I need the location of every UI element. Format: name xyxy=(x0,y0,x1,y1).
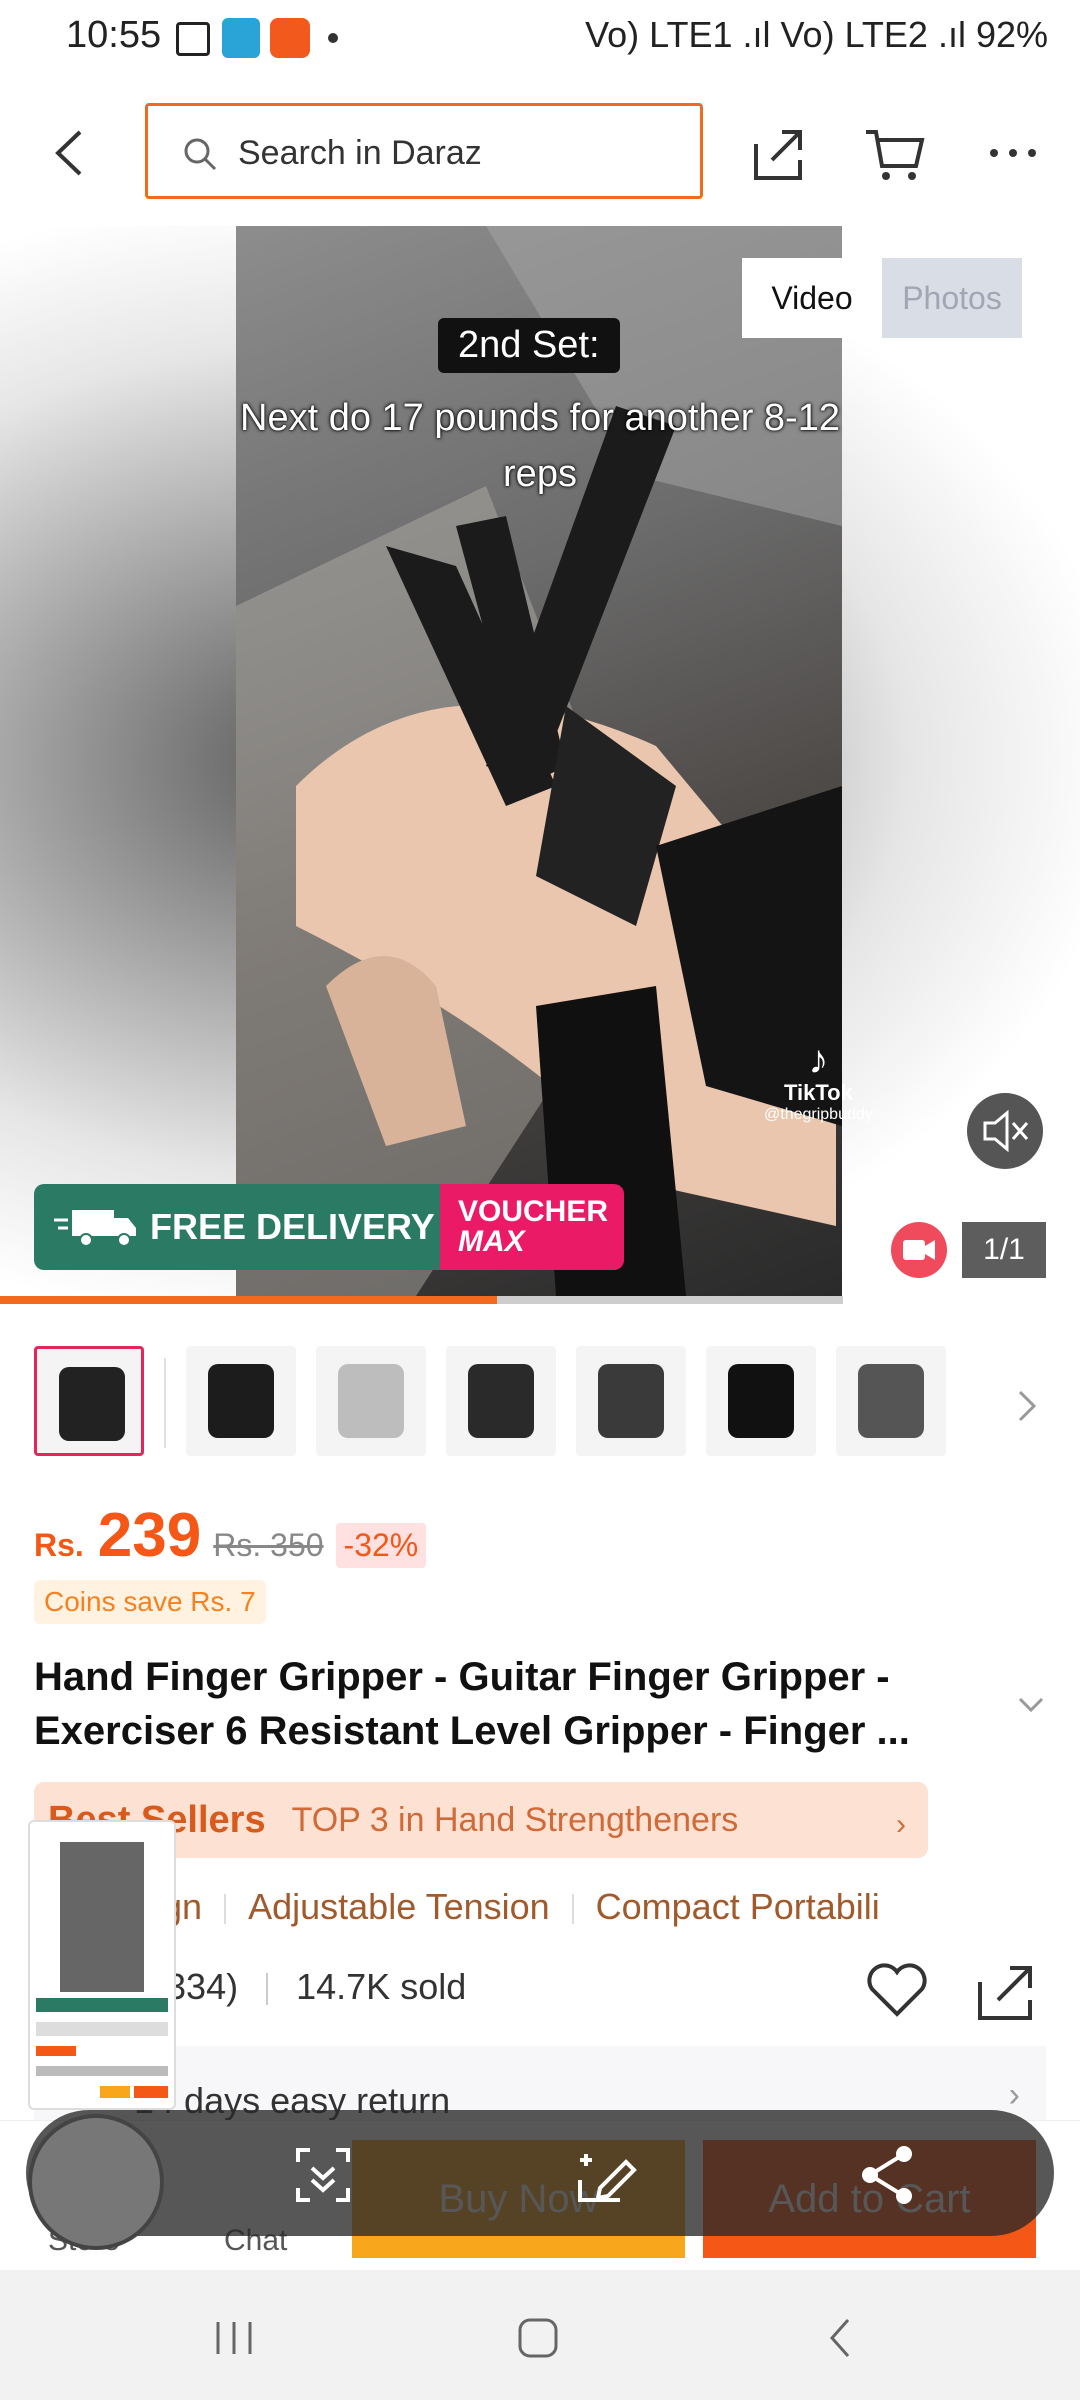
edit-screenshot-icon[interactable] xyxy=(570,2140,640,2210)
thumbnail-image xyxy=(598,1364,664,1438)
promo-banner: FREE DELIVERY VOUCHER MAX xyxy=(34,1184,624,1270)
feature-tags: nic DesignAdjustable TensionCompact Port… xyxy=(34,1886,1046,1936)
search-icon xyxy=(184,138,217,171)
thumbnail-image xyxy=(728,1364,794,1438)
back-icon[interactable] xyxy=(826,2316,854,2360)
preview-cart xyxy=(134,2086,168,2098)
price-amount: 239 xyxy=(97,1501,202,1570)
voucher-max-badge: VOUCHER MAX xyxy=(440,1184,624,1270)
thumbnail-image xyxy=(858,1364,924,1438)
share-screenshot-icon[interactable] xyxy=(852,2140,922,2210)
screenshot-preview-circle[interactable] xyxy=(28,2114,164,2250)
tab-video[interactable]: Video xyxy=(742,258,882,338)
divider xyxy=(571,1894,574,1925)
voucher-max-label: MAX xyxy=(458,1225,525,1258)
video-frame-illustration xyxy=(236,226,842,1296)
home-icon[interactable] xyxy=(516,2316,560,2360)
feature-tag: Adjustable Tension xyxy=(248,1886,550,1927)
preview-media xyxy=(60,1842,144,1992)
status-bar: 10:55 Vo) LTE1 .ıl Vo) LTE2 .ıl 92% xyxy=(0,0,1080,80)
product-thumbnail[interactable] xyxy=(706,1346,816,1456)
product-video[interactable] xyxy=(236,226,842,1296)
coins-badge: Coins save Rs. 7 xyxy=(34,1580,266,1624)
tiktok-icon: ♪ xyxy=(808,1038,829,1082)
chevron-right-icon[interactable] xyxy=(1016,1388,1038,1424)
thumbnail-image xyxy=(208,1364,274,1438)
discount-badge: -32% xyxy=(335,1523,427,1568)
delivery-truck-icon xyxy=(54,1210,136,1247)
sold-count: 14.7K sold xyxy=(296,1966,467,2007)
speaker-muted-icon xyxy=(983,1109,1029,1153)
share-icon[interactable] xyxy=(974,1962,1036,2024)
wishlist-heart-icon[interactable] xyxy=(866,1962,928,2018)
daraz-notification-icon xyxy=(270,18,310,58)
video-camera-icon xyxy=(891,1222,947,1278)
video-progress-bar[interactable] xyxy=(0,1296,843,1304)
feature-tag: Compact Portabili xyxy=(595,1886,880,1927)
status-indicators: Vo) LTE1 .ıl Vo) LTE2 .ıl 92% xyxy=(585,14,1048,55)
price-row: Rs. 239 Rs. 350 -32% xyxy=(34,1500,427,1571)
free-delivery-badge: FREE DELIVERY xyxy=(34,1184,440,1270)
media-counter: 1/1 xyxy=(962,1222,1046,1278)
mute-button[interactable] xyxy=(967,1093,1043,1169)
preview-title xyxy=(36,2066,168,2076)
back-arrow-icon[interactable] xyxy=(50,128,90,178)
original-price: Rs. 350 xyxy=(213,1527,324,1563)
product-thumbnail[interactable] xyxy=(446,1346,556,1456)
product-thumbnail[interactable] xyxy=(576,1346,686,1456)
preview-thumbs xyxy=(36,2022,168,2036)
video-caption-title: 2nd Set: xyxy=(438,318,620,373)
tiktok-brand: TikTok xyxy=(783,1080,853,1105)
gallery-icon xyxy=(176,22,210,56)
thumbnail-image xyxy=(338,1364,404,1438)
chevron-right-icon: › xyxy=(1008,2076,1020,2114)
video-progress-fill xyxy=(0,1296,498,1304)
media-tab-group: Video Photos xyxy=(742,258,1022,338)
divider xyxy=(164,1358,166,1448)
tab-photos[interactable]: Photos xyxy=(882,258,1022,338)
product-thumbnail[interactable] xyxy=(186,1346,296,1456)
tiktok-user: @thegripbuddy xyxy=(764,1106,873,1123)
screenshot-preview-thumbnail[interactable] xyxy=(28,1820,176,2110)
search-input[interactable]: Search in Daraz xyxy=(145,103,703,199)
video-caption-text: Next do 17 pounds for another 8-12 reps xyxy=(240,397,840,495)
more-notifications-dot xyxy=(328,33,338,43)
product-thumbnail[interactable] xyxy=(34,1346,144,1456)
thumbnail-image xyxy=(468,1364,534,1438)
system-nav-bar xyxy=(0,2270,1080,2400)
voucher-label: VOUCHER xyxy=(458,1195,609,1228)
chevron-down-icon[interactable] xyxy=(1018,1696,1044,1714)
status-time: 10:55 xyxy=(66,14,162,56)
product-thumbnail[interactable] xyxy=(836,1346,946,1456)
app-notification-icon xyxy=(222,18,260,58)
tiktok-watermark: ♪ TikTok @thegripbuddy xyxy=(764,1040,873,1124)
price-currency: Rs. xyxy=(34,1527,84,1563)
divider xyxy=(224,1894,227,1925)
share-icon[interactable] xyxy=(748,124,808,184)
thumbnail-image xyxy=(59,1367,125,1441)
best-sellers-rank: TOP 3 in Hand Strengtheners xyxy=(291,1800,739,1839)
free-delivery-label: FREE DELIVERY xyxy=(150,1206,435,1247)
preview-banner xyxy=(36,1998,168,2012)
product-title: Hand Finger Gripper - Guitar Finger Grip… xyxy=(34,1655,910,1753)
thumbnail-strip xyxy=(34,1346,946,1460)
search-placeholder: Search in Daraz xyxy=(238,134,482,172)
product-thumbnail[interactable] xyxy=(316,1346,426,1456)
scroll-capture-icon[interactable] xyxy=(288,2140,358,2210)
preview-buy xyxy=(100,2086,130,2098)
cart-icon[interactable] xyxy=(862,124,926,184)
chevron-right-icon: › xyxy=(896,1808,906,1841)
recent-apps-icon[interactable] xyxy=(212,2318,256,2358)
preview-price xyxy=(36,2046,76,2056)
divider xyxy=(266,1973,269,2006)
more-options-icon[interactable] xyxy=(988,146,1038,160)
